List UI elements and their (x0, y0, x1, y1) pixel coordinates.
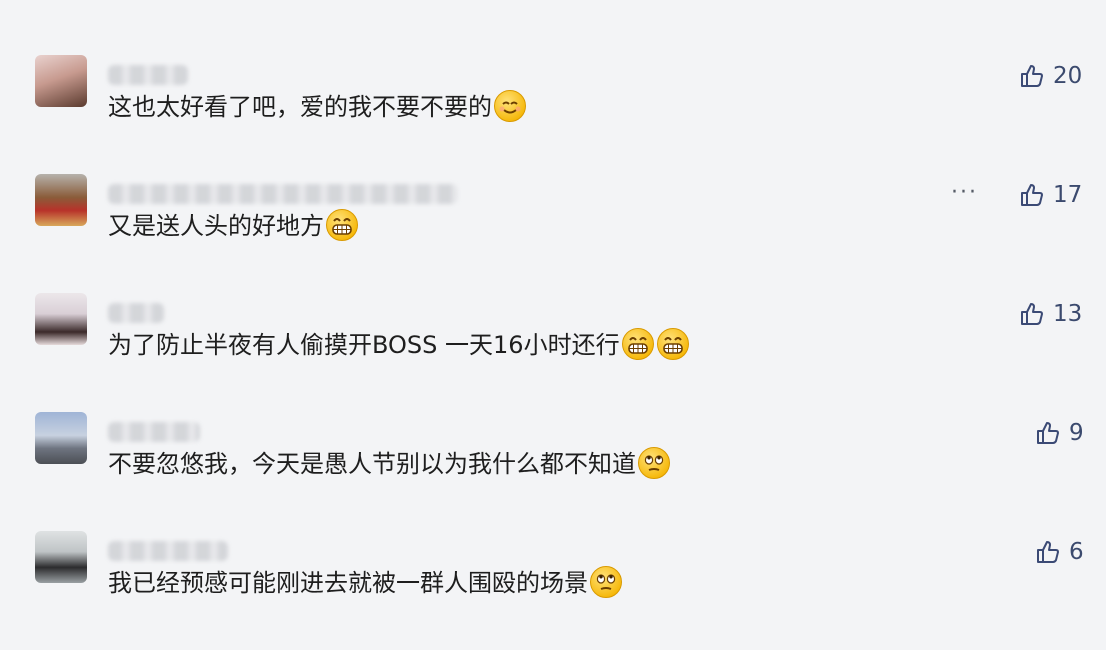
more-options-button[interactable]: ··· (951, 180, 978, 205)
comment-text: 又是送人头的好地方 (108, 208, 359, 243)
comment-text: 为了防止半夜有人偷摸开BOSS 一天16小时还行 (108, 327, 690, 362)
comment-text: 我已经预感可能刚进去就被一群人围殴的场景 (108, 565, 623, 600)
avatar[interactable] (35, 412, 87, 464)
thumbs-up-icon (1021, 303, 1043, 325)
smile-emoji (494, 90, 526, 122)
thumbs-up-icon (1037, 422, 1059, 444)
comment-text-content: 为了防止半夜有人偷摸开BOSS 一天16小时还行 (108, 331, 620, 359)
comment-item: 不要忽悠我，今天是愚人节别以为我什么都不知道 9 (0, 412, 1106, 531)
username-blurred[interactable] (108, 541, 228, 561)
comment-item: 为了防止半夜有人偷摸开BOSS 一天16小时还行 13 (0, 293, 1106, 412)
username-blurred[interactable] (108, 65, 188, 85)
thumbs-up-icon (1021, 65, 1043, 87)
like-count: 6 (1069, 539, 1084, 565)
avatar[interactable] (35, 174, 87, 226)
like-button[interactable]: 9 (1035, 416, 1084, 450)
avatar[interactable] (35, 531, 87, 583)
comment-text: 这也太好看了吧，爱的我不要不要的 (108, 89, 527, 124)
like-button[interactable]: 20 (1019, 59, 1082, 93)
comment-text-content: 不要忽悠我，今天是愚人节别以为我什么都不知道 (108, 450, 636, 478)
grin-emoji (326, 209, 358, 241)
eye-roll-emoji (638, 447, 670, 479)
comment-text: 不要忽悠我，今天是愚人节别以为我什么都不知道 (108, 446, 671, 481)
comment-text-content: 这也太好看了吧，爱的我不要不要的 (108, 93, 492, 121)
avatar[interactable] (35, 55, 87, 107)
grin-emoji (656, 328, 689, 360)
like-count: 20 (1053, 63, 1083, 89)
username-blurred[interactable] (108, 422, 200, 442)
like-count: 9 (1069, 420, 1084, 446)
avatar[interactable] (35, 293, 87, 345)
like-button[interactable]: 17 (1019, 178, 1082, 212)
comment-item: 我已经预感可能刚进去就被一群人围殴的场景 6 (0, 531, 1106, 650)
like-button[interactable]: 13 (1019, 297, 1082, 331)
thumbs-up-icon (1037, 541, 1059, 563)
like-count: 13 (1053, 301, 1083, 327)
like-button[interactable]: 6 (1035, 535, 1084, 569)
comment-item: 又是送人头的好地方 ··· 17 (0, 174, 1106, 293)
eye-roll-emoji (590, 566, 622, 598)
username-blurred[interactable] (108, 184, 458, 204)
like-count: 17 (1053, 182, 1083, 208)
comment-text-content: 又是送人头的好地方 (108, 212, 324, 240)
thumbs-up-icon (1021, 184, 1043, 206)
username-blurred[interactable] (108, 303, 164, 323)
comment-text-content: 我已经预感可能刚进去就被一群人围殴的场景 (108, 569, 588, 597)
grin-emoji (621, 328, 654, 360)
comment-item: 这也太好看了吧，爱的我不要不要的 20 (0, 55, 1106, 174)
